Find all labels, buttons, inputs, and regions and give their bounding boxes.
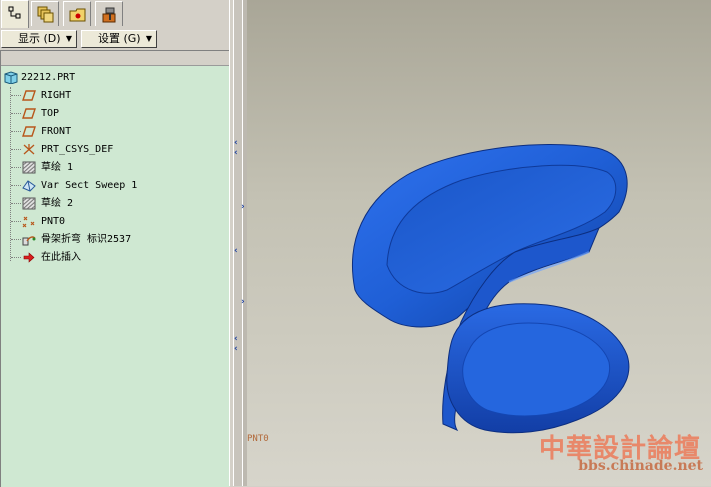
- layers-icon: [37, 6, 54, 23]
- show-dropdown[interactable]: 显示 (D) ▼: [1, 30, 77, 48]
- tree-item-front[interactable]: FRONT: [1, 123, 221, 140]
- tab-tools[interactable]: [95, 1, 123, 26]
- tree-root[interactable]: 22212.PRT: [1, 69, 221, 86]
- tree-connector: [11, 131, 21, 132]
- datum-point-icon: [22, 216, 35, 228]
- tree-item-right[interactable]: RIGHT: [1, 87, 221, 104]
- tree-item-sketch-1[interactable]: 草绘 1: [1, 159, 221, 176]
- tree-connector: [11, 185, 21, 186]
- insert-here-arrow-icon: [23, 252, 35, 263]
- tree-item-label: RIGHT: [41, 90, 72, 101]
- sweep-surface-model[interactable]: [247, 0, 711, 486]
- settings-dropdown-label: 设置 (G): [98, 32, 141, 45]
- tree-connector: [11, 221, 21, 222]
- expand-right-icon[interactable]: ›: [241, 203, 245, 212]
- tree-connector: [11, 167, 21, 168]
- show-dropdown-label: 显示 (D): [18, 32, 61, 45]
- tree-item-pnt0[interactable]: PNT0: [1, 213, 221, 230]
- tree-item-label: PRT_CSYS_DEF: [41, 144, 114, 155]
- datum-plane-icon: [22, 90, 36, 101]
- tree-connector: [11, 203, 21, 204]
- collapse-left-icon[interactable]: ‹: [234, 139, 238, 148]
- tree-item-label: 骨架折弯 标识2537: [41, 234, 132, 245]
- part-icon: [4, 71, 18, 84]
- tree-item-label: FRONT: [41, 126, 72, 137]
- tree-item-label: TOP: [41, 108, 60, 119]
- model-tree: 22212.PRT RIGHT TOP FRONT PRT_CSYS_DEF 草…: [0, 50, 230, 487]
- tab-folder-browser[interactable]: [63, 1, 91, 26]
- model-tree-icon: [8, 6, 21, 19]
- tree-connector: [11, 149, 21, 150]
- tools-icon: [102, 7, 116, 23]
- tree-connector: [11, 257, 21, 258]
- tree-item-label: 在此插入: [41, 252, 81, 263]
- sweep-icon: [22, 180, 36, 192]
- tree-item-label: 草绘 1: [41, 162, 74, 173]
- tree-root-label: 22212.PRT: [21, 72, 76, 83]
- tree-connector: [11, 113, 21, 114]
- tab-model-tree[interactable]: [1, 0, 29, 28]
- tree-item-csys[interactable]: PRT_CSYS_DEF: [1, 141, 221, 158]
- navigator-tabs: [0, 0, 233, 28]
- chevron-down-icon: ▼: [65, 34, 72, 43]
- expand-right-icon[interactable]: ›: [241, 298, 245, 307]
- watermark-url: bbs.chinade.net: [578, 458, 703, 474]
- tree-item-label: PNT0: [41, 216, 66, 227]
- tree-item-insert-here[interactable]: 在此插入: [1, 249, 221, 266]
- tree-item-label: 草绘 2: [41, 198, 74, 209]
- tree-item-label: Var Sect Sweep 1: [41, 180, 138, 191]
- datum-plane-icon: [22, 108, 36, 119]
- settings-dropdown[interactable]: 设置 (G) ▼: [81, 30, 157, 48]
- collapse-left-icon[interactable]: ‹: [234, 335, 238, 344]
- collapse-left-icon[interactable]: ‹: [234, 247, 238, 256]
- sketch-icon: [22, 161, 36, 174]
- collapse-left-icon[interactable]: ‹: [234, 149, 238, 158]
- tree-connector: [11, 239, 21, 240]
- tree-connector: [11, 95, 21, 96]
- tree-item-sketch-2[interactable]: 草绘 2: [1, 195, 221, 212]
- collapse-left-icon[interactable]: ‹: [234, 345, 238, 354]
- coordinate-system-icon: [23, 144, 35, 155]
- model-tree-header: [1, 51, 230, 66]
- tab-layers[interactable]: [31, 1, 59, 26]
- datum-plane-icon: [22, 126, 36, 137]
- tree-item-top[interactable]: TOP: [1, 105, 221, 122]
- chevron-down-icon: ▼: [145, 34, 152, 43]
- tree-item-spinal-bend[interactable]: 骨架折弯 标识2537: [1, 231, 221, 248]
- spinal-bend-icon: [22, 236, 36, 246]
- left-panel: 显示 (D) ▼ 设置 (G) ▼ 22212.PRT RIGHT TOP FR…: [0, 0, 233, 487]
- panel-splitter[interactable]: ‹ ‹ › ‹ › ‹ ‹: [233, 0, 248, 486]
- datum-point-label: PNT0: [247, 434, 269, 444]
- folder-icon: [69, 8, 86, 22]
- tree-toolbar: 显示 (D) ▼ 设置 (G) ▼: [0, 29, 233, 49]
- graphics-viewport[interactable]: [247, 0, 711, 486]
- sketch-icon: [22, 197, 36, 210]
- tree-item-var-sect-sweep[interactable]: Var Sect Sweep 1: [1, 177, 221, 194]
